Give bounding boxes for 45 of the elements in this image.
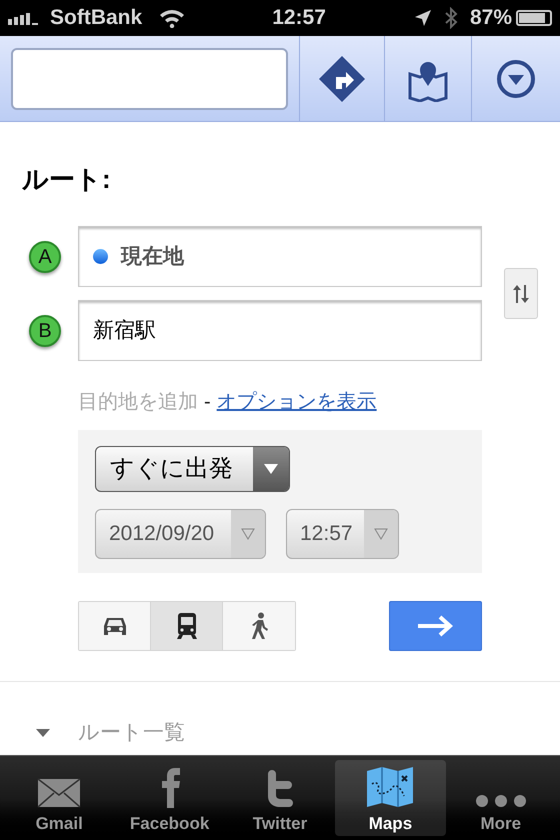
location-field[interactable]: 新宿駅 [78,300,482,361]
route-title: ルート: [22,164,112,194]
envelope-icon [37,778,82,808]
location-value: 現在地 [121,244,184,270]
date-select[interactable]: 2012/09/20 [95,509,266,559]
show-options-link[interactable]: オプションを表示 [216,389,377,415]
battery-icon [516,10,552,26]
travel-mode-tab[interactable] [223,602,295,650]
tab-bar-item[interactable]: Maps [335,760,446,836]
departure-select[interactable]: すぐに出発 [95,446,290,492]
route-marker: B [29,314,61,346]
caret-icon [264,463,278,475]
right-arrow-icon [416,614,456,638]
route-marker: A [29,240,61,272]
carrier-name: SoftBank [50,5,142,32]
more-dots-icon [474,794,527,808]
caret-icon [241,528,255,540]
travel-mode-tab[interactable] [151,602,223,650]
wifi-icon [158,8,186,28]
swap-arrows-icon [513,284,529,304]
battery-percent: 87% [470,5,512,32]
folded-map-icon [366,766,414,808]
tab-bar-item[interactable]: More [446,760,556,836]
add-destination-text: 目的地を追加 [78,390,198,415]
separator-text: - [204,390,211,415]
location-arrow-icon [414,9,432,27]
location-field[interactable]: 現在地 [78,226,482,287]
clock-time: 12:57 [272,5,326,32]
car-icon [102,615,128,637]
location-value: 新宿駅 [93,318,156,344]
travel-mode-tab[interactable] [79,602,151,650]
tab-bar-item[interactable]: Twitter [224,760,336,836]
bus-icon [176,612,198,640]
turn-sign-icon [318,54,366,102]
go-button[interactable] [389,601,482,651]
swap-button[interactable] [504,268,538,319]
walking-person-icon [249,612,269,640]
dropdown-circle-icon [496,58,536,98]
tab-bar-item[interactable]: Gmail [4,760,114,836]
twitter-icon [266,770,294,808]
search-field[interactable] [11,48,288,110]
tab-bar-item[interactable]: Facebook [114,760,225,836]
bluetooth-icon [444,7,458,29]
caret-icon [374,528,388,540]
time-select[interactable]: 12:57 [286,509,399,559]
